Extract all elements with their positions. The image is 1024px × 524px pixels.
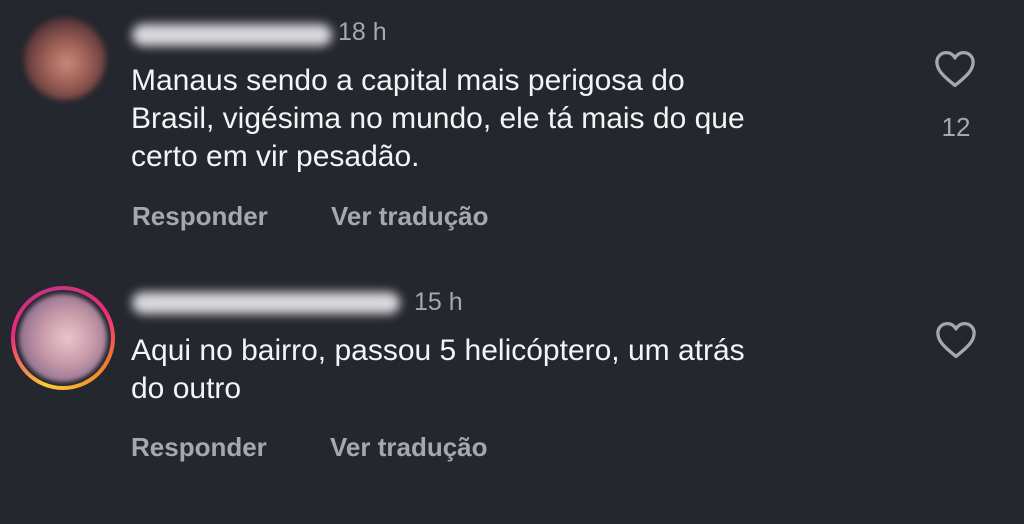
comment-text: Manaus sendo a capital mais perigosa do … (131, 64, 745, 173)
username-blurred[interactable] (132, 24, 332, 46)
like-count: 12 (941, 112, 971, 142)
avatar[interactable] (24, 18, 106, 100)
comment-text: Aqui no bairro, passou 5 helicóptero, um… (131, 334, 745, 405)
heart-outline-icon[interactable] (934, 50, 976, 88)
comment-timestamp: 18 h (338, 18, 387, 46)
avatar-story-ring[interactable] (11, 286, 115, 390)
see-translation-button[interactable]: Ver tradução (331, 203, 489, 229)
avatar (19, 294, 107, 382)
reply-button[interactable]: Responder (131, 434, 267, 460)
username-blurred[interactable] (132, 292, 400, 314)
reply-button[interactable]: Responder (132, 203, 268, 229)
heart-outline-icon[interactable] (935, 321, 977, 359)
comment-timestamp: 15 h (414, 288, 463, 316)
see-translation-button[interactable]: Ver tradução (330, 434, 488, 460)
